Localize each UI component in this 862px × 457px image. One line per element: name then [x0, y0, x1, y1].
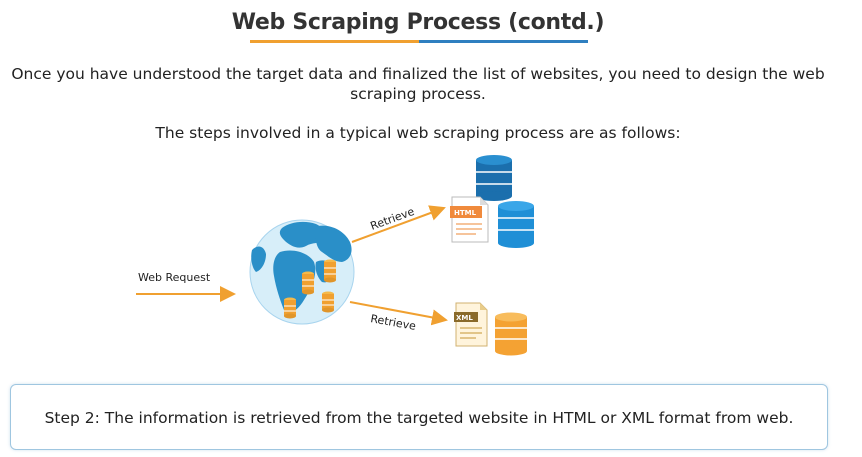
- step-text: Step 2: The information is retrieved fro…: [44, 409, 794, 427]
- xml-document-icon: XML: [454, 302, 488, 347]
- web-request-label: Web Request: [138, 271, 211, 284]
- retrieve-top-label: Retrieve: [369, 205, 417, 233]
- coin-stack-icon: [324, 259, 336, 283]
- html-doc-label: HTML: [454, 209, 477, 217]
- globe-icon: [249, 219, 355, 325]
- html-document-icon: HTML: [450, 196, 489, 243]
- database-icon: [498, 201, 534, 248]
- step-callout-box: Step 2: The information is retrieved fro…: [10, 384, 828, 450]
- database-icon: [476, 155, 512, 201]
- retrieve-bottom-label: Retrieve: [369, 312, 417, 333]
- coin-stack-icon: [302, 271, 314, 295]
- database-icon: [495, 312, 527, 356]
- coin-stack-icon: [284, 297, 296, 319]
- coin-stack-icon: [322, 291, 334, 313]
- xml-doc-label: XML: [456, 314, 473, 322]
